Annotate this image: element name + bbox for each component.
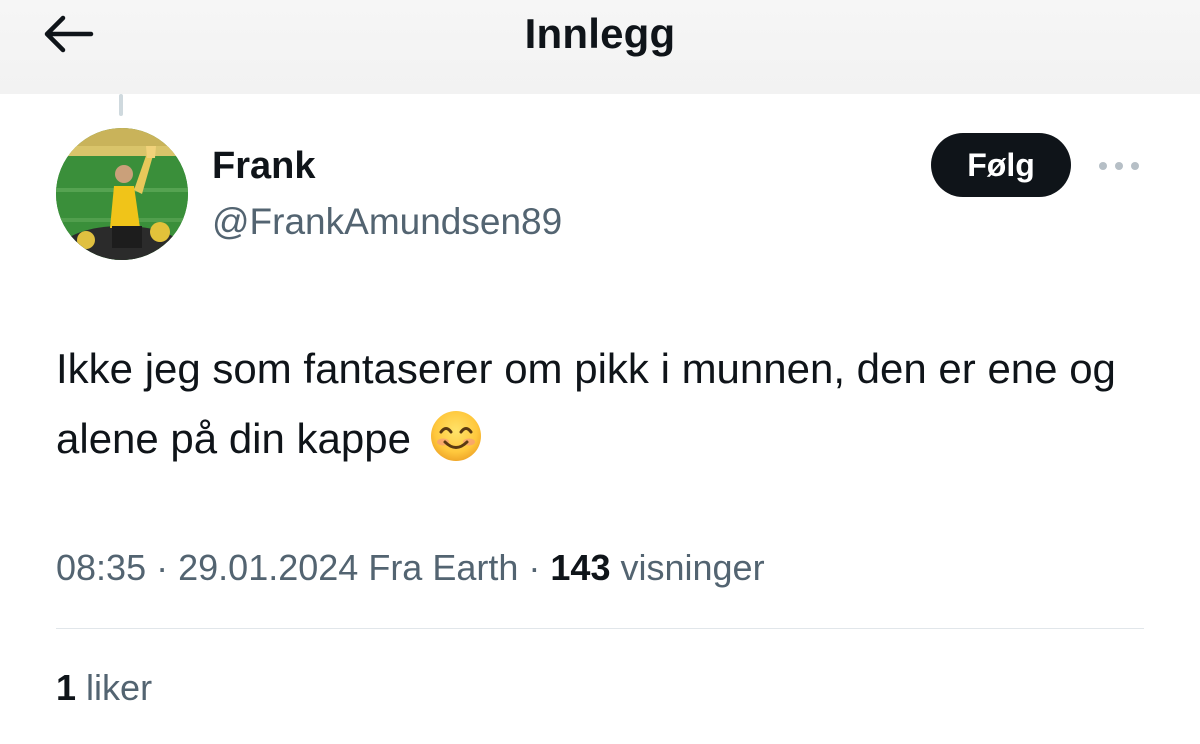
tweet-text: Ikke jeg som fantaserer om pikk i munnen… — [56, 334, 1156, 474]
likes-count: 1 — [56, 667, 77, 708]
avatar[interactable] — [56, 128, 188, 260]
avatar-photo — [56, 128, 188, 260]
views-label: visninger — [620, 547, 765, 588]
tweet-body: Ikke jeg som fantaserer om pikk i munnen… — [56, 345, 1116, 462]
likes-label: liker — [86, 667, 153, 708]
tweet-source: Fra Earth — [368, 547, 519, 588]
top-bar: Innlegg — [0, 0, 1200, 94]
author-display-name[interactable]: Frank — [212, 142, 315, 190]
follow-button[interactable]: Følg — [931, 133, 1071, 197]
thread-connector — [119, 94, 123, 116]
page-title: Innlegg — [524, 10, 676, 57]
smiling-face-emoji — [430, 411, 481, 461]
more-dots-icon — [1099, 162, 1139, 170]
author-handle[interactable]: @FrankAmundsen89 — [212, 198, 562, 246]
likes-stat[interactable]: 1 liker — [56, 664, 152, 712]
separator: · — [528, 547, 541, 588]
separator: · — [156, 547, 169, 588]
views-count: 143 — [550, 547, 611, 588]
tweet-metadata: 08:35 · 29.01.2024 Fra Earth · 143 visni… — [56, 542, 765, 594]
more-options-button[interactable] — [1094, 150, 1144, 182]
divider — [56, 628, 1144, 629]
tweet-time[interactable]: 08:35 — [56, 547, 146, 588]
tweet-date[interactable]: 29.01.2024 — [178, 547, 358, 588]
